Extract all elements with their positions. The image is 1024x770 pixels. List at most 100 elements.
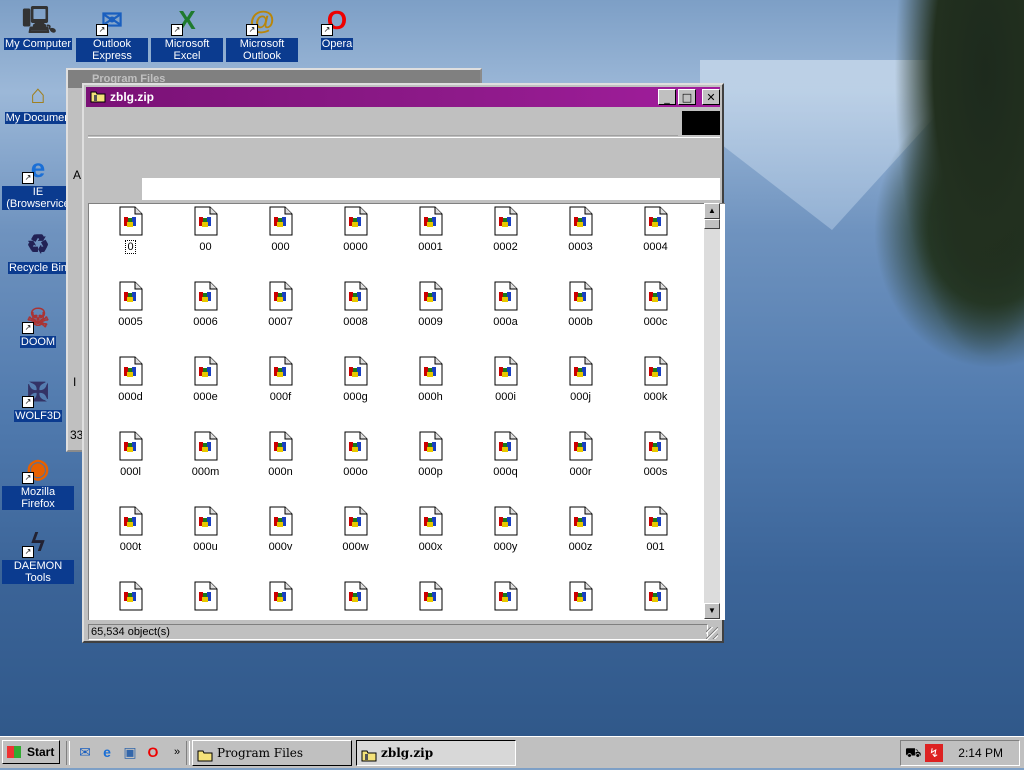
toolbar[interactable] xyxy=(88,137,720,178)
file-name: 000r xyxy=(569,466,592,478)
file-item[interactable] xyxy=(243,581,318,620)
file-item[interactable] xyxy=(93,581,168,620)
file-item[interactable]: 000q xyxy=(468,431,543,478)
file-item[interactable]: 00 xyxy=(168,206,243,253)
file-item[interactable]: 000x xyxy=(393,506,468,553)
file-item[interactable]: 0006 xyxy=(168,281,243,328)
file-icon xyxy=(419,506,443,536)
file-item[interactable]: 000i xyxy=(468,356,543,403)
desktop-icon-firefox[interactable]: ◉ ↗ Mozilla Firefox xyxy=(2,452,74,510)
file-icon xyxy=(494,581,518,611)
file-item[interactable]: 000l xyxy=(93,431,168,478)
zip-window[interactable]: zblg.zip _ □ ✕ 0 00 000 0000 0001 0002 0003 000… xyxy=(82,83,725,643)
file-item[interactable]: 000a xyxy=(468,281,543,328)
desktop-icon-outlook[interactable]: @ ↗ Microsoft Outlook xyxy=(226,4,298,62)
file-name: 000f xyxy=(269,391,292,403)
file-item[interactable]: 0005 xyxy=(93,281,168,328)
file-item[interactable]: 000m xyxy=(168,431,243,478)
file-item[interactable]: 000v xyxy=(243,506,318,553)
scroll-up-button[interactable]: ▲ xyxy=(704,203,720,219)
file-item[interactable]: 000o xyxy=(318,431,393,478)
file-item[interactable]: 000r xyxy=(543,431,618,478)
file-item[interactable]: 000t xyxy=(93,506,168,553)
opera-icon[interactable]: O xyxy=(144,743,162,761)
file-item[interactable] xyxy=(618,581,693,620)
file-item[interactable]: 000s xyxy=(618,431,693,478)
desktop-icon-outlook-express[interactable]: ✉ ↗ Outlook Express xyxy=(76,4,148,62)
clock[interactable]: 2:14 PM xyxy=(958,746,1003,760)
file-item[interactable]: 000f xyxy=(243,356,318,403)
desktop-icon-doom[interactable]: ☠ ↗ DOOM xyxy=(2,302,74,348)
tray-alert-icon[interactable]: ↯ xyxy=(925,744,943,762)
file-item[interactable]: 000e xyxy=(168,356,243,403)
menu-bar[interactable] xyxy=(88,111,678,136)
desktop-icon[interactable]: ▣ xyxy=(121,743,139,761)
start-button[interactable]: Start xyxy=(2,740,60,764)
file-item[interactable]: 000y xyxy=(468,506,543,553)
desktop-icon-opera[interactable]: O ↗ Opera xyxy=(301,4,373,50)
desktop-icon-my-documents[interactable]: ⌂ My Documen xyxy=(2,78,74,124)
minimize-button[interactable]: _ xyxy=(658,89,676,105)
desktop-icon-wolf3d[interactable]: ✠ ↗ WOLF3D xyxy=(2,376,74,422)
file-item[interactable]: 0003 xyxy=(543,206,618,253)
address-bar[interactable] xyxy=(88,178,720,200)
file-item[interactable]: 000z xyxy=(543,506,618,553)
file-item[interactable] xyxy=(393,581,468,620)
file-item[interactable]: 001 xyxy=(618,506,693,553)
close-button[interactable]: ✕ xyxy=(702,89,720,105)
file-item[interactable]: 000n xyxy=(243,431,318,478)
file-name: 000k xyxy=(643,391,668,403)
file-item[interactable]: 0002 xyxy=(468,206,543,253)
file-item[interactable]: 000 xyxy=(243,206,318,253)
file-item[interactable]: 000h xyxy=(393,356,468,403)
file-name: 000b xyxy=(568,316,593,328)
status-text: 65,534 object(s) xyxy=(88,624,708,640)
my-computer-icon: 🖳 xyxy=(22,5,57,35)
scroll-thumb[interactable] xyxy=(704,219,720,229)
file-item[interactable]: 0004 xyxy=(618,206,693,253)
file-icon xyxy=(569,206,593,236)
internet-explorer-icon[interactable]: e xyxy=(98,743,116,761)
file-name: 0006 xyxy=(193,316,218,328)
file-item[interactable] xyxy=(468,581,543,620)
task-program-files[interactable]: Program Files xyxy=(192,740,352,766)
file-item[interactable]: 000g xyxy=(318,356,393,403)
file-item[interactable]: 000c xyxy=(618,281,693,328)
file-item[interactable]: 000w xyxy=(318,506,393,553)
desktop-icon-recycle-bin[interactable]: ♻ Recycle Bin xyxy=(2,228,74,274)
file-item[interactable]: 000u xyxy=(168,506,243,553)
file-item[interactable] xyxy=(168,581,243,620)
file-item[interactable] xyxy=(318,581,393,620)
desktop-icon-label: My Documen xyxy=(4,112,72,124)
desktop-icon-internet-explorer[interactable]: e ↗ IE (Browservice xyxy=(2,152,74,210)
zip-window-titlebar[interactable]: zblg.zip _ □ ✕ xyxy=(86,87,720,107)
desktop-icon-excel[interactable]: X ↗ Microsoft Excel xyxy=(151,4,223,62)
vertical-scrollbar[interactable]: ▲ ▼ xyxy=(704,203,720,619)
file-item[interactable]: 000j xyxy=(543,356,618,403)
task-label: Program Files xyxy=(217,746,304,760)
file-item[interactable]: 000p xyxy=(393,431,468,478)
file-item[interactable]: 000d xyxy=(93,356,168,403)
recycle-bin-icon: ♻ xyxy=(26,229,50,259)
file-item[interactable]: 0000 xyxy=(318,206,393,253)
file-item[interactable]: 0 xyxy=(93,206,168,254)
quick-launch-overflow[interactable]: » xyxy=(168,743,186,761)
file-view[interactable]: 0 00 000 0000 0001 0002 0003 0004 0005 0006 0007 00… xyxy=(88,203,725,620)
scroll-down-button[interactable]: ▼ xyxy=(704,603,720,619)
file-item[interactable]: 000k xyxy=(618,356,693,403)
maximize-button[interactable]: □ xyxy=(678,89,696,105)
task-zblg-zip[interactable]: zblg.zip xyxy=(356,740,516,766)
file-item[interactable]: 0001 xyxy=(393,206,468,253)
file-item[interactable]: 000b xyxy=(543,281,618,328)
file-icon xyxy=(194,206,218,236)
tray-app-icon[interactable]: ⛟ xyxy=(905,745,921,763)
file-item[interactable]: 0008 xyxy=(318,281,393,328)
file-icon xyxy=(569,356,593,386)
file-item[interactable]: 0009 xyxy=(393,281,468,328)
file-item[interactable]: 0007 xyxy=(243,281,318,328)
desktop-icon-my-computer[interactable]: 🖳 My Computer xyxy=(2,4,74,50)
outlook-express-icon[interactable]: ✉ xyxy=(76,743,94,761)
resize-grip[interactable] xyxy=(706,627,718,639)
desktop-icon-daemon-tools[interactable]: ϟ ↗ DAEMON Tools xyxy=(2,526,74,584)
file-item[interactable] xyxy=(543,581,618,620)
